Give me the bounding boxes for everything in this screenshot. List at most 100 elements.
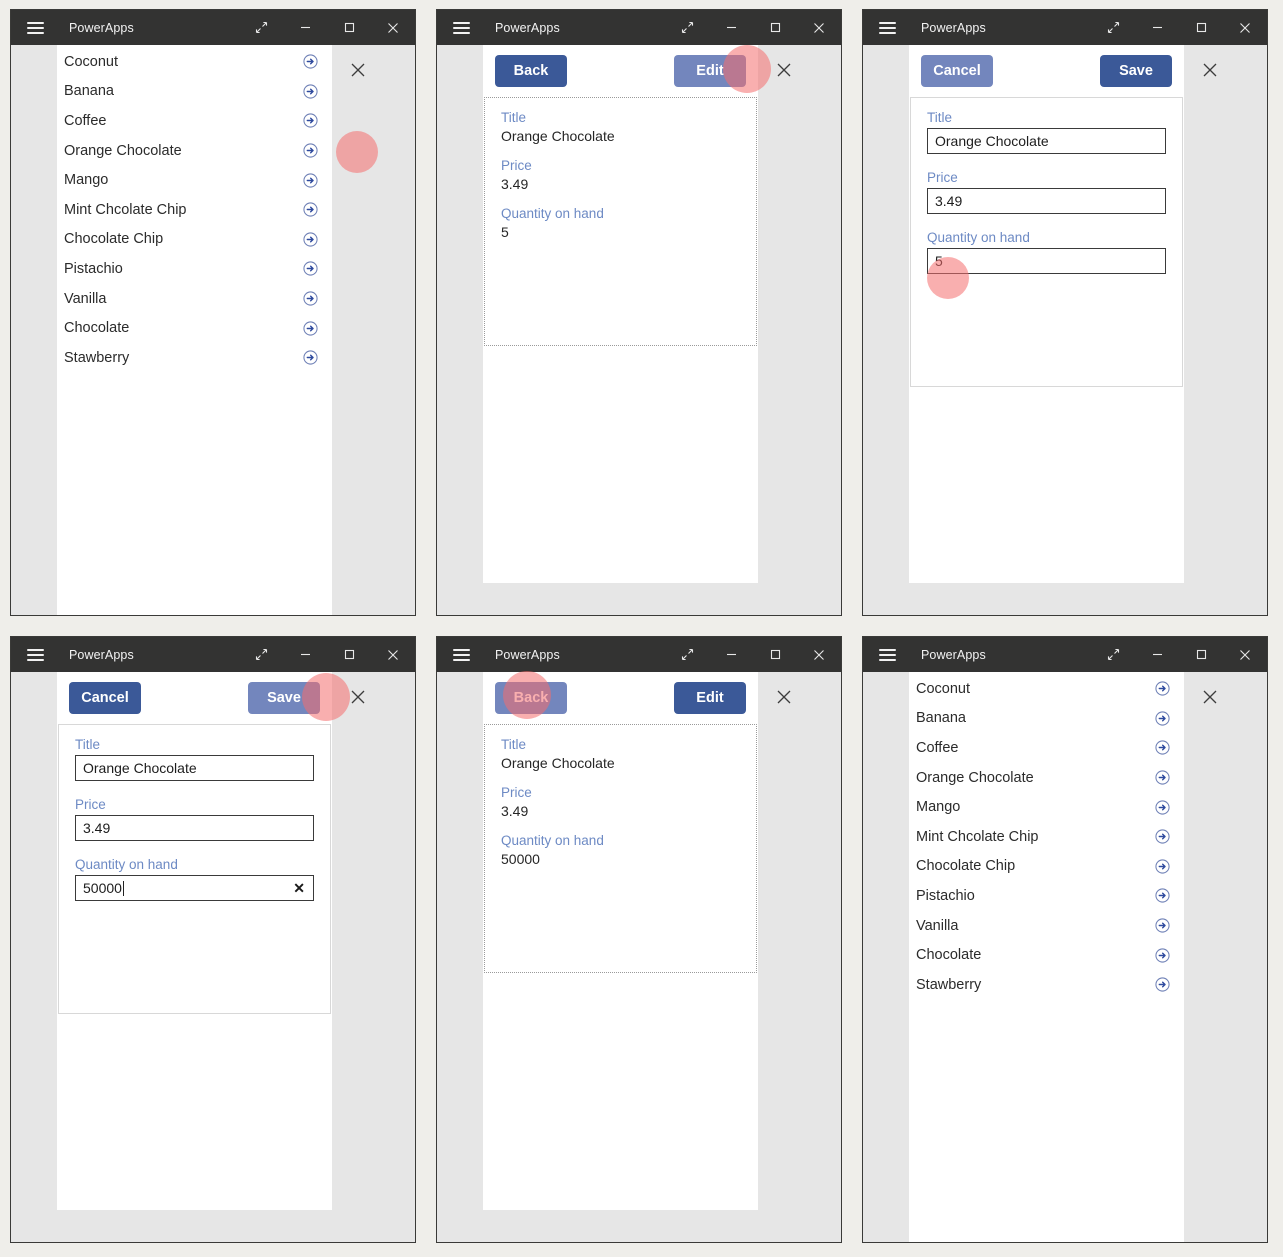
list-item[interactable]: Stawberry xyxy=(909,970,1184,1000)
edit-button[interactable]: Edit xyxy=(674,682,746,714)
list-item[interactable]: Mint Chcolate Chip xyxy=(57,195,332,225)
close-icon[interactable] xyxy=(371,637,415,672)
close-icon[interactable] xyxy=(1223,10,1267,45)
list-item[interactable]: Chocolate xyxy=(57,313,332,343)
list-item[interactable]: Orange Chocolate xyxy=(57,136,332,166)
clear-x-icon[interactable]: ✕ xyxy=(293,881,305,895)
arrow-right-circle-icon[interactable] xyxy=(303,173,318,188)
list-item[interactable]: Mango xyxy=(909,792,1184,822)
hamburger-menu-icon[interactable] xyxy=(453,21,470,34)
arrow-right-circle-icon[interactable] xyxy=(1155,681,1170,696)
quantity-input[interactable]: 50000 ✕ xyxy=(75,875,314,901)
list-item[interactable]: Coffee xyxy=(57,106,332,136)
field-value: 5 xyxy=(501,224,509,240)
price-input[interactable]: 3.49 xyxy=(927,188,1166,214)
hamburger-menu-icon[interactable] xyxy=(27,21,44,34)
arrow-right-circle-icon[interactable] xyxy=(303,261,318,277)
arrow-right-circle-icon[interactable] xyxy=(303,350,318,365)
maximize-icon[interactable] xyxy=(753,10,797,45)
arrow-right-circle-icon[interactable] xyxy=(1155,918,1170,933)
list-item[interactable]: Pistachio xyxy=(57,254,332,284)
hamburger-menu-icon[interactable] xyxy=(27,648,44,661)
arrow-right-circle-icon[interactable] xyxy=(303,84,318,99)
list-item[interactable]: Mango xyxy=(57,165,332,195)
back-button[interactable]: Back xyxy=(495,55,567,87)
arrow-right-circle-icon[interactable] xyxy=(1155,770,1170,785)
list-item[interactable]: Coconut xyxy=(909,674,1184,704)
list-item[interactable]: Orange Chocolate xyxy=(909,763,1184,793)
arrow-right-circle-icon[interactable] xyxy=(1155,740,1170,756)
list-item[interactable]: Mint Chcolate Chip xyxy=(909,822,1184,852)
hamburger-menu-icon[interactable] xyxy=(453,648,470,661)
input-value: 3.49 xyxy=(83,820,111,836)
close-icon[interactable] xyxy=(371,10,415,45)
arrow-right-circle-icon[interactable] xyxy=(303,232,318,247)
close-icon[interactable] xyxy=(797,10,841,45)
maximize-icon[interactable] xyxy=(327,10,371,45)
arrow-right-circle-icon[interactable] xyxy=(1155,800,1170,815)
list-item[interactable]: Chocolate xyxy=(909,940,1184,970)
maximize-icon[interactable] xyxy=(753,637,797,672)
list-item[interactable]: Stawberry xyxy=(57,343,332,373)
minimize-icon[interactable] xyxy=(709,10,753,45)
minimize-icon[interactable] xyxy=(283,10,327,45)
field-value: 3.49 xyxy=(501,176,529,192)
app-close-icon[interactable] xyxy=(1196,56,1223,83)
arrow-right-circle-icon[interactable] xyxy=(1155,711,1170,726)
app-close-icon[interactable] xyxy=(770,56,797,83)
list-item[interactable]: Coffee xyxy=(909,733,1184,763)
expand-icon[interactable] xyxy=(239,637,283,672)
arrow-right-circle-icon[interactable] xyxy=(1155,948,1170,963)
arrow-right-circle-icon[interactable] xyxy=(1155,888,1170,904)
arrow-right-circle-icon[interactable] xyxy=(303,113,318,129)
arrow-right-circle-icon[interactable] xyxy=(1155,977,1170,992)
expand-icon[interactable] xyxy=(1091,10,1135,45)
minimize-icon[interactable] xyxy=(709,637,753,672)
expand-icon[interactable] xyxy=(1091,637,1135,672)
quantity-input[interactable]: 5 xyxy=(927,248,1166,274)
list-item[interactable]: Chocolate Chip xyxy=(909,852,1184,882)
arrow-right-circle-icon[interactable] xyxy=(303,291,318,306)
back-button[interactable]: Back xyxy=(495,682,567,714)
list-item[interactable]: Pistachio xyxy=(909,881,1184,911)
app-close-icon[interactable] xyxy=(344,683,371,710)
save-button[interactable]: Save xyxy=(248,682,320,714)
arrow-right-circle-icon[interactable] xyxy=(303,54,318,69)
list-item[interactable]: Banana xyxy=(57,77,332,107)
app-close-icon[interactable] xyxy=(770,683,797,710)
edit-button[interactable]: Edit xyxy=(674,55,746,87)
minimize-icon[interactable] xyxy=(283,637,327,672)
expand-icon[interactable] xyxy=(665,637,709,672)
maximize-icon[interactable] xyxy=(1179,637,1223,672)
price-input[interactable]: 3.49 xyxy=(75,815,314,841)
maximize-icon[interactable] xyxy=(1179,10,1223,45)
list-item[interactable]: Coconut xyxy=(57,47,332,77)
list-item[interactable]: Banana xyxy=(909,704,1184,734)
arrow-right-circle-icon[interactable] xyxy=(1155,859,1170,874)
minimize-icon[interactable] xyxy=(1135,10,1179,45)
arrow-right-circle-icon[interactable] xyxy=(303,202,318,217)
list-item[interactable]: Chocolate Chip xyxy=(57,225,332,255)
app-close-icon[interactable] xyxy=(1196,683,1223,710)
hamburger-menu-icon[interactable] xyxy=(879,21,896,34)
hamburger-menu-icon[interactable] xyxy=(879,648,896,661)
arrow-right-circle-icon[interactable] xyxy=(303,143,318,158)
title-input[interactable]: Orange Chocolate xyxy=(75,755,314,781)
title-input[interactable]: Orange Chocolate xyxy=(927,128,1166,154)
expand-icon[interactable] xyxy=(665,10,709,45)
save-button[interactable]: Save xyxy=(1100,55,1172,87)
expand-icon[interactable] xyxy=(239,10,283,45)
list-item-label: Coconut xyxy=(916,680,971,697)
maximize-icon[interactable] xyxy=(327,637,371,672)
arrow-right-circle-icon[interactable] xyxy=(1155,829,1170,844)
cancel-button[interactable]: Cancel xyxy=(69,682,141,714)
arrow-right-circle-icon[interactable] xyxy=(303,321,318,336)
close-icon[interactable] xyxy=(1223,637,1267,672)
list-item[interactable]: Vanilla xyxy=(57,284,332,314)
field-label: Price xyxy=(75,797,106,812)
minimize-icon[interactable] xyxy=(1135,637,1179,672)
list-item[interactable]: Vanilla xyxy=(909,911,1184,941)
app-close-icon[interactable] xyxy=(344,56,371,83)
cancel-button[interactable]: Cancel xyxy=(921,55,993,87)
close-icon[interactable] xyxy=(797,637,841,672)
